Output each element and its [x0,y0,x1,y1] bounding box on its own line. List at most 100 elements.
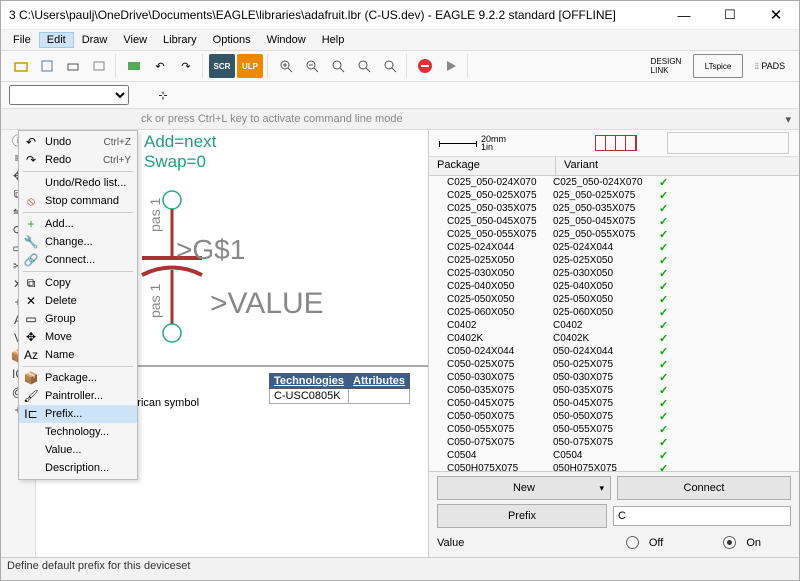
package-row[interactable]: C025-030X050025-030X050✓ [429,267,799,280]
redo-icon[interactable]: ↷ [174,54,198,78]
package-row[interactable]: C050-025X075050-025X075✓ [429,358,799,371]
package-row[interactable]: C050-030X075050-030X075✓ [429,371,799,384]
package-row[interactable]: C050-035X075050-035X075✓ [429,384,799,397]
package-row[interactable]: C0402C0402✓ [429,319,799,332]
go-icon[interactable] [439,54,463,78]
package-row[interactable]: C025-024X044025-024X044✓ [429,241,799,254]
menu-options[interactable]: Options [205,32,259,48]
package-list[interactable]: C025_050-024X070C025_050-024X070✓C025_05… [429,176,799,471]
ulp-icon[interactable]: ULP [237,54,263,78]
capacitor-symbol: pas 1 pas 1 [136,160,316,380]
edit-menu-value-[interactable]: Value... [19,441,137,459]
menu-help[interactable]: Help [314,32,353,48]
zoom-out-icon[interactable] [300,54,324,78]
package-row[interactable]: C050-024X044050-024X044✓ [429,345,799,358]
grid-toggle-icon[interactable]: ⊹ [151,83,175,107]
zoom-select-icon[interactable] [378,54,402,78]
package-row[interactable]: C025-025X050025-025X050✓ [429,254,799,267]
menu-draw[interactable]: Draw [74,32,116,48]
package-row[interactable]: C0504C0504✓ [429,449,799,462]
value-off-radio[interactable] [626,536,639,549]
scr-icon[interactable]: SCR [209,54,235,78]
connect-button[interactable]: Connect [617,476,791,500]
package-row[interactable]: C025-060X050025-060X050✓ [429,306,799,319]
package-preview-icon [595,135,637,151]
edit-menu-redo[interactable]: ↷RedoCtrl+Y [19,151,137,169]
edit-menu-paintroller-[interactable]: 🖌Paintroller... [19,387,137,405]
zoom-in-icon[interactable] [274,54,298,78]
menu-edit[interactable]: Edit [39,32,74,48]
canvas-value: >VALUE [210,287,324,321]
ltspice-icon[interactable]: LTspice [693,54,743,78]
package-row[interactable]: C025_050-025X075025_050-025X075✓ [429,189,799,202]
package-row[interactable]: C0402KC0402K✓ [429,332,799,345]
edit-menu-delete[interactable]: ✕Delete [19,292,137,310]
svg-text:pas 1: pas 1 [147,198,163,232]
tech-attr-table: TechnologiesAttributes C-USC0805K [269,373,410,404]
package-row[interactable]: C025-050X050025-050X050✓ [429,293,799,306]
menu-library[interactable]: Library [155,32,205,48]
package-row[interactable]: C025_050-024X070C025_050-024X070✓ [429,176,799,189]
board-icon[interactable] [122,54,146,78]
command-hint: ck or press Ctrl+L key to activate comma… [141,113,403,125]
edit-menu-package-[interactable]: 📦Package... [19,369,137,387]
new-button[interactable]: New [437,476,611,500]
package-row[interactable]: C050H075X075050H075X075✓ [429,462,799,471]
th-attributes[interactable]: Attributes [349,374,410,389]
package-row[interactable]: C050-050X075050-050X075✓ [429,410,799,423]
svg-text:pas 1: pas 1 [147,284,163,318]
edit-menu-undo-redo-list-[interactable]: Undo/Redo list... [19,174,137,192]
zoom-fit-icon[interactable] [326,54,350,78]
open-icon[interactable] [9,54,33,78]
undo-icon[interactable]: ↶ [148,54,172,78]
prefix-button[interactable]: Prefix [437,504,607,528]
package-row[interactable]: C025_050-035X075025_050-035X075✓ [429,202,799,215]
close-button[interactable]: ✕ [753,1,799,29]
value-label: Value [437,537,477,549]
edit-menu-description-[interactable]: Description... [19,459,137,477]
stop-icon[interactable] [413,54,437,78]
edit-menu-dropdown: ↶UndoCtrl+Z↷RedoCtrl+Y Undo/Redo list...⦸… [18,130,138,480]
package-row[interactable]: C025_050-045X075025_050-045X075✓ [429,215,799,228]
edit-menu-stop-command[interactable]: ⦸Stop command [19,192,137,210]
menu-file[interactable]: File [5,32,39,48]
package-row[interactable]: C050-075X075050-075X075✓ [429,436,799,449]
package-panel: 20mm1in Package Variant C025_050-024X070… [428,130,799,557]
edit-menu-add-[interactable]: +Add... [19,215,137,233]
print-icon[interactable] [61,54,85,78]
edit-menu-prefix-[interactable]: I⊏Prefix... [19,405,137,423]
edit-menu-name[interactable]: AzName [19,346,137,364]
package-list-header: Package Variant [429,157,799,176]
edit-menu-move[interactable]: ✥Move [19,328,137,346]
value-on-radio[interactable] [723,536,736,549]
edit-menu-connect-[interactable]: 🔗Connect... [19,251,137,269]
menu-view[interactable]: View [115,32,155,48]
design-link-icon[interactable]: DESIGNLINK [641,54,691,78]
edit-menu-copy[interactable]: ⧉Copy [19,274,137,292]
layer-select[interactable] [9,85,129,105]
zoom-redraw-icon[interactable] [352,54,376,78]
secondary-toolbar: ⊹ [1,82,799,109]
command-line[interactable]: ck or press Ctrl+L key to activate comma… [1,109,799,130]
cam-icon[interactable] [87,54,111,78]
save-icon[interactable] [35,54,59,78]
package-row[interactable]: C025-040X050025-040X050✓ [429,280,799,293]
pads-icon[interactable]: ⦙⦙ PADS [745,54,795,78]
minimize-button[interactable]: — [661,1,707,29]
col-package[interactable]: Package [429,157,556,175]
edit-menu-change-[interactable]: 🔧Change... [19,233,137,251]
package-row[interactable]: C050-055X075050-055X075✓ [429,423,799,436]
prefix-input[interactable] [613,506,791,526]
td-tech-value[interactable]: C-USC0805K [269,389,348,404]
package-preview-box [667,132,789,154]
menu-window[interactable]: Window [259,32,314,48]
col-variant[interactable]: Variant [556,157,606,175]
th-technologies[interactable]: Technologies [269,374,348,389]
edit-menu-undo[interactable]: ↶UndoCtrl+Z [19,133,137,151]
edit-menu-group[interactable]: ▭Group [19,310,137,328]
package-row[interactable]: C025_050-055X075025_050-055X075✓ [429,228,799,241]
maximize-button[interactable]: ☐ [707,1,753,29]
edit-menu-technology-[interactable]: Technology... [19,423,137,441]
package-row[interactable]: C050-045X075050-045X075✓ [429,397,799,410]
scale-ruler: 20mm1in [439,135,506,151]
